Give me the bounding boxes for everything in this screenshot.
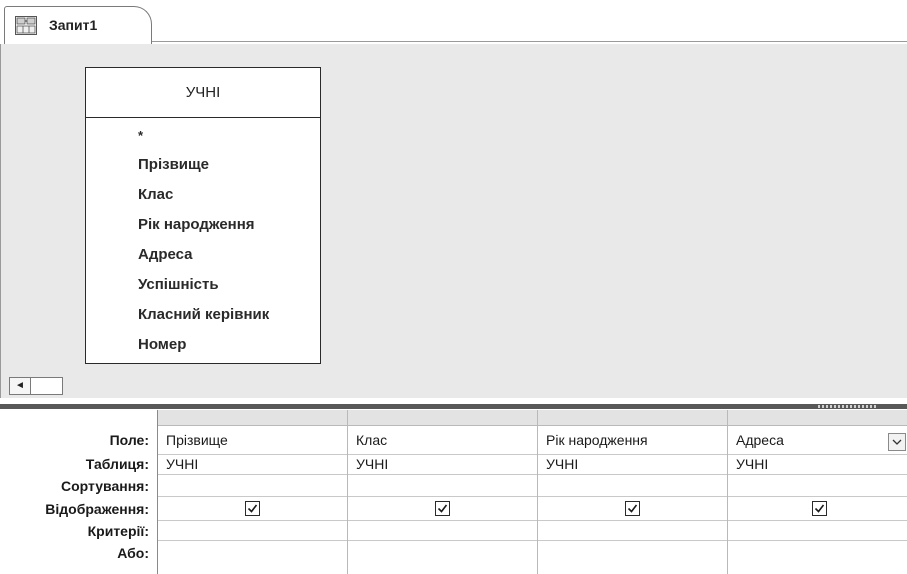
grid-column: Прізвище УЧНІ: [158, 410, 348, 574]
show-cell: [348, 497, 537, 521]
row-label-show: Відображення:: [45, 501, 149, 517]
chevron-down-icon: [892, 439, 902, 445]
grid-row-labels: Поле: Таблиця: Сортування: Відображення:…: [0, 426, 155, 565]
table-cell[interactable]: УЧНІ: [348, 455, 537, 475]
grid-column: Адреса УЧНІ: [728, 410, 907, 574]
field-item-birth-year[interactable]: Рік народження: [138, 216, 269, 246]
show-checkbox[interactable]: [625, 501, 640, 516]
query-design-area: УЧНІ * Прізвище Клас Рік народження Адре…: [0, 44, 907, 374]
criteria-cell[interactable]: [158, 521, 347, 541]
checkmark-icon: [814, 504, 825, 513]
show-checkbox[interactable]: [245, 501, 260, 516]
sort-cell[interactable]: [728, 475, 907, 497]
show-checkbox[interactable]: [435, 501, 450, 516]
field-cell-value: Адреса: [736, 432, 784, 448]
splitter-bar[interactable]: [0, 404, 907, 409]
table-cell[interactable]: УЧНІ: [538, 455, 727, 475]
or-cell[interactable]: [728, 541, 907, 574]
show-cell: [728, 497, 907, 521]
criteria-cell[interactable]: [348, 521, 537, 541]
or-cell[interactable]: [538, 541, 727, 574]
scroll-left-arrow-icon[interactable]: ◄: [9, 377, 31, 395]
table-window-title[interactable]: УЧНІ: [86, 68, 320, 118]
show-checkbox[interactable]: [812, 501, 827, 516]
field-item-address[interactable]: Адреса: [138, 246, 269, 276]
field-item-number[interactable]: Номер: [138, 336, 269, 366]
field-cell[interactable]: Прізвище: [158, 426, 347, 455]
scroll-thumb[interactable]: [31, 377, 63, 395]
row-label-table: Таблиця:: [85, 456, 149, 472]
field-item-performance[interactable]: Успішність: [138, 276, 269, 306]
row-label-sort: Сортування:: [61, 478, 149, 494]
or-cell[interactable]: [348, 541, 537, 574]
grid-columns: Прізвище УЧНІ Клас УЧНІ Рік народження У…: [157, 410, 907, 574]
checkmark-icon: [247, 504, 258, 513]
table-cell[interactable]: УЧНІ: [158, 455, 347, 475]
criteria-cell[interactable]: [728, 521, 907, 541]
field-item-class[interactable]: Клас: [138, 186, 269, 216]
or-cell[interactable]: [158, 541, 347, 574]
checkmark-icon: [627, 504, 638, 513]
field-dropdown-button[interactable]: [888, 433, 906, 451]
pane-splitter[interactable]: [0, 398, 907, 410]
row-label-criteria: Критерії:: [87, 523, 149, 539]
table-cell[interactable]: УЧНІ: [728, 455, 907, 475]
field-list: * Прізвище Клас Рік народження Адреса Ус…: [138, 128, 269, 366]
field-item-class-teacher[interactable]: Класний керівник: [138, 306, 269, 336]
field-cell[interactable]: Клас: [348, 426, 537, 455]
field-cell[interactable]: Адреса: [728, 426, 907, 455]
field-cell[interactable]: Рік народження: [538, 426, 727, 455]
sort-cell[interactable]: [348, 475, 537, 497]
sort-cell[interactable]: [538, 475, 727, 497]
checkmark-icon: [437, 504, 448, 513]
row-label-or: Або:: [117, 545, 149, 561]
row-label-field: Поле:: [109, 432, 149, 448]
column-selector[interactable]: [348, 410, 537, 426]
tab-strip-line: [150, 41, 907, 42]
column-selector[interactable]: [538, 410, 727, 426]
query-design-grid: Поле: Таблиця: Сортування: Відображення:…: [0, 410, 907, 574]
tab-query1[interactable]: Запит1: [4, 6, 152, 44]
show-cell: [538, 497, 727, 521]
criteria-cell[interactable]: [538, 521, 727, 541]
table-field-list-window[interactable]: УЧНІ * Прізвище Клас Рік народження Адре…: [85, 67, 321, 364]
splitter-grip-icon[interactable]: [818, 405, 878, 408]
horizontal-scrollbar[interactable]: ◄: [0, 374, 907, 398]
column-selector[interactable]: [728, 410, 907, 426]
show-cell: [158, 497, 347, 521]
sort-cell[interactable]: [158, 475, 347, 497]
query-icon: [15, 16, 37, 35]
grid-column: Клас УЧНІ: [348, 410, 538, 574]
grid-column: Рік народження УЧНІ: [538, 410, 728, 574]
field-item-surname[interactable]: Прізвище: [138, 156, 269, 186]
field-item-all[interactable]: *: [138, 128, 269, 156]
column-selector[interactable]: [158, 410, 347, 426]
tab-label: Запит1: [49, 17, 98, 33]
document-tab-bar: Запит1: [0, 0, 907, 44]
